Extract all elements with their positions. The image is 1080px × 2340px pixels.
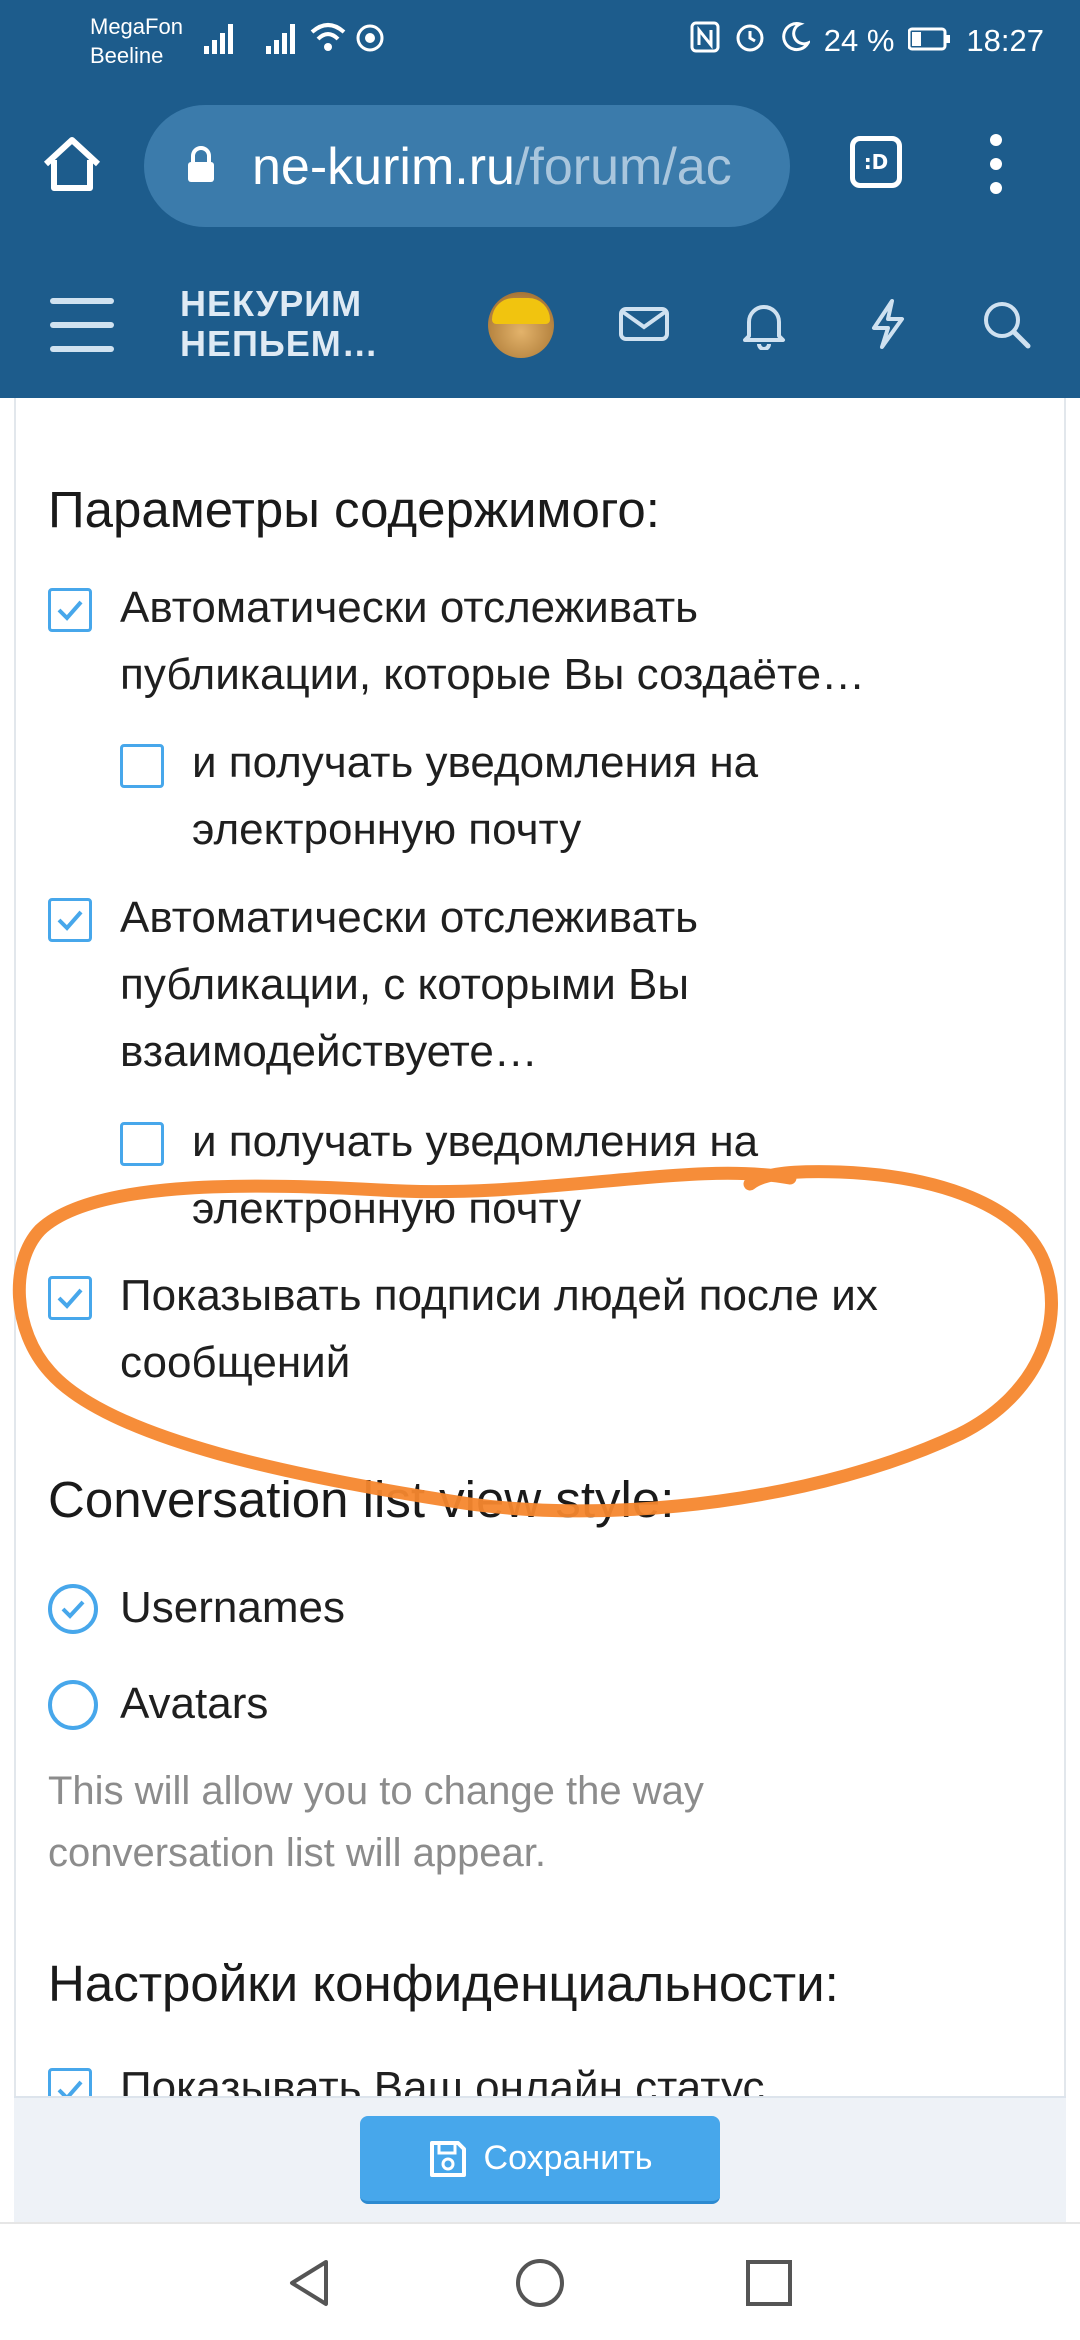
bell-icon[interactable]	[738, 298, 790, 350]
forum-header: НЕКУРИМ НЕПЬЕМ…	[0, 250, 1080, 398]
carrier-names: MegaFon Beeline	[90, 12, 183, 70]
mail-icon[interactable]	[618, 298, 670, 350]
tab-switcher-label: :D	[863, 150, 889, 174]
option-line: и получать уведомления на	[192, 1117, 759, 1166]
hint-line: conversation list will appear.	[48, 1831, 547, 1875]
url-path: /forum/ac	[514, 138, 732, 196]
nfc-icon	[690, 21, 720, 61]
wifi-icon	[310, 23, 346, 51]
logo-line-1: НЕКУРИМ	[180, 283, 363, 324]
radio-usernames-label[interactable]: Usernames	[120, 1574, 345, 1641]
checkmark-icon	[57, 910, 83, 931]
show-signatures-label[interactable]: Показывать подписи людей после их сообще…	[120, 1262, 878, 1396]
browser-menu-button[interactable]	[988, 134, 1004, 196]
show-online-status-checkbox[interactable]	[48, 2068, 92, 2096]
home-icon[interactable]	[40, 132, 104, 196]
hint-line: This will allow you to change the way	[48, 1769, 704, 1813]
browser-toolbar: ne-kurim.ru/forum/ac :D	[0, 84, 1080, 250]
save-button-label: Сохранить	[483, 2139, 653, 2177]
auto-watch-interacted-email-label[interactable]: и получать уведомления на электронную по…	[192, 1108, 758, 1242]
address-bar[interactable]: ne-kurim.ru/forum/ac	[144, 105, 790, 227]
auto-watch-interacted-label[interactable]: Автоматически отслеживать публикации, с …	[120, 884, 698, 1085]
option-line: взаимодействуете…	[120, 1027, 538, 1076]
logo-line-2: НЕПЬЕМ…	[180, 323, 379, 364]
radio-avatars-label[interactable]: Avatars	[120, 1670, 268, 1737]
option-line: Автоматически отслеживать	[120, 893, 699, 942]
show-online-status-label[interactable]: Показывать Ваш онлайн статус	[120, 2054, 764, 2096]
recents-icon[interactable]	[742, 2256, 796, 2310]
hotspot-icon	[356, 24, 384, 52]
signal-icon-2	[266, 24, 295, 54]
auto-watch-created-checkbox[interactable]	[48, 588, 92, 632]
save-button[interactable]: Сохранить	[360, 2116, 720, 2204]
save-icon	[429, 2140, 466, 2177]
user-avatar[interactable]	[488, 292, 554, 358]
auto-watch-created-email-label[interactable]: и получать уведомления на электронную по…	[192, 729, 758, 863]
show-signatures-checkbox[interactable]	[48, 1276, 92, 1320]
moon-icon	[780, 21, 812, 61]
url-host: ne-kurim.ru	[252, 138, 515, 196]
status-right-group: 24 % 18:27	[690, 16, 1044, 66]
search-icon[interactable]	[980, 298, 1032, 350]
conversation-style-hint: This will allow you to change the way co…	[48, 1760, 704, 1884]
tab-switcher-button[interactable]: :D	[850, 136, 902, 188]
checkmark-icon	[57, 2080, 83, 2096]
privacy-heading: Настройки конфиденциальности:	[48, 1955, 839, 2012]
option-line: электронную почту	[192, 1184, 582, 1233]
radio-usernames[interactable]	[48, 1584, 98, 1634]
auto-watch-created-label[interactable]: Автоматически отслеживать публикации, ко…	[120, 574, 865, 708]
option-line: электронную почту	[192, 805, 582, 854]
clock-time: 18:27	[966, 23, 1044, 58]
lightning-icon[interactable]	[862, 298, 914, 350]
option-line: Автоматически отслеживать	[120, 583, 699, 632]
battery-percent: 24 %	[823, 23, 895, 58]
signal-icon-1	[204, 24, 233, 54]
hamburger-menu-icon[interactable]	[50, 298, 114, 352]
checkmark-icon	[57, 600, 83, 621]
checkmark-icon	[61, 1600, 85, 1619]
status-bar: MegaFon Beeline 24 % 18:27	[0, 0, 1080, 84]
form-submit-bar: Сохранить	[14, 2096, 1066, 2222]
auto-watch-interacted-email-checkbox[interactable]	[120, 1122, 164, 1166]
carrier-1: MegaFon	[90, 14, 183, 39]
lock-icon	[188, 146, 214, 182]
content-options-heading: Параметры содержимого:	[48, 481, 660, 538]
auto-watch-created-email-checkbox[interactable]	[120, 744, 164, 788]
option-line: и получать уведомления на	[192, 738, 759, 787]
checkmark-icon	[57, 1288, 83, 1309]
auto-watch-interacted-checkbox[interactable]	[48, 898, 92, 942]
url-text: ne-kurim.ru/forum/ac	[252, 137, 772, 197]
home-nav-icon[interactable]	[513, 2256, 567, 2310]
radio-avatars[interactable]	[48, 1680, 98, 1730]
forum-logo[interactable]: НЕКУРИМ НЕПЬЕМ…	[180, 284, 379, 364]
option-line: сообщений	[120, 1338, 351, 1387]
preferences-form: Параметры содержимого: Автоматически отс…	[14, 398, 1066, 2096]
option-line: публикации, с которыми Вы	[120, 960, 690, 1009]
carrier-2: Beeline	[90, 43, 164, 68]
android-nav-bar	[0, 2222, 1080, 2340]
battery-icon	[907, 23, 952, 59]
conversation-style-heading: Conversation list view style:	[48, 1471, 675, 1528]
option-line: публикации, которые Вы создаёте…	[120, 650, 866, 699]
alarm-icon	[734, 21, 766, 61]
back-icon[interactable]	[282, 2256, 336, 2310]
option-line: Показывать подписи людей после их	[120, 1271, 878, 1320]
